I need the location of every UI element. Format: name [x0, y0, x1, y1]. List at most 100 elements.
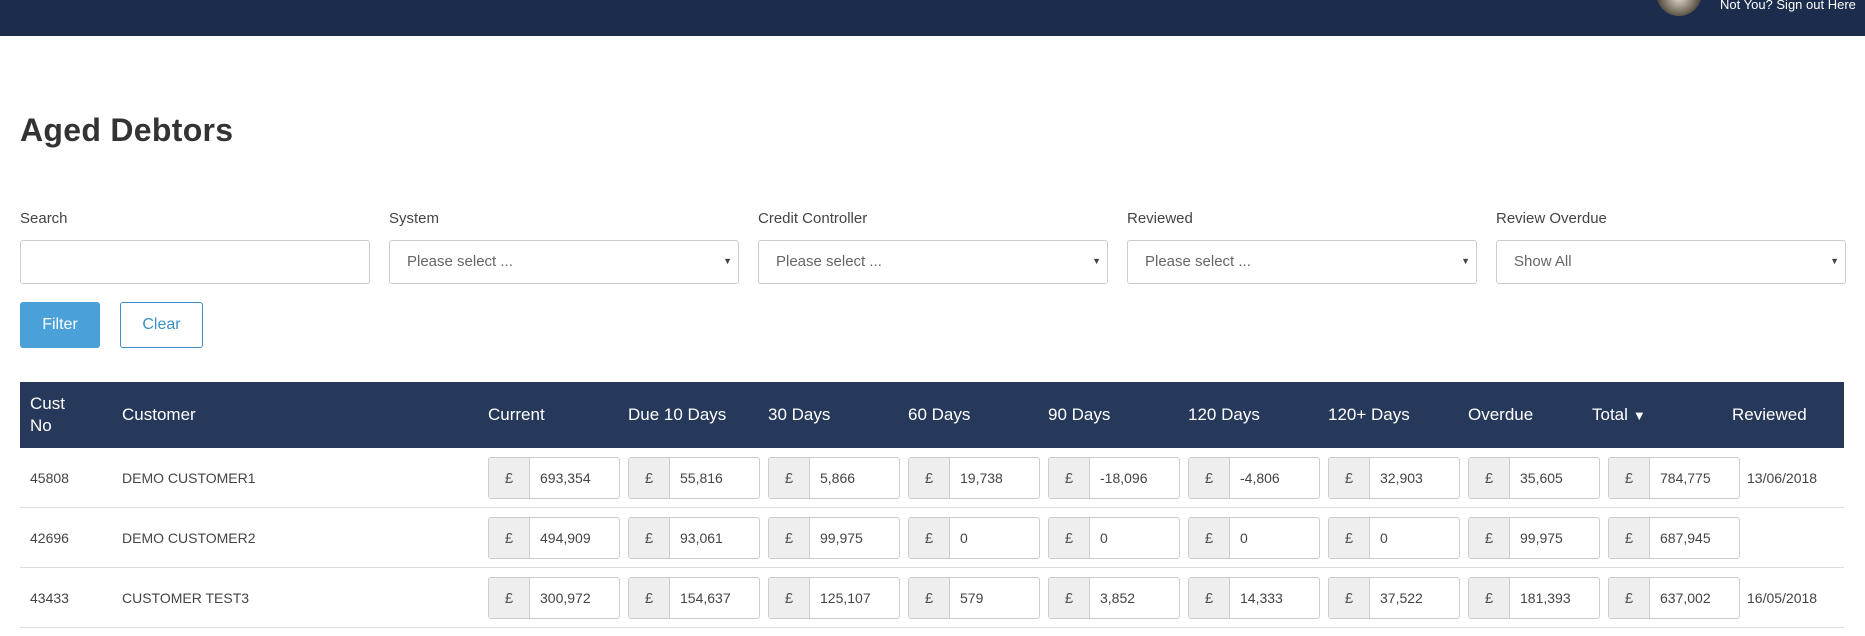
column-header-overdue[interactable]: Overdue [1468, 382, 1533, 448]
column-header-current[interactable]: Current [488, 382, 545, 448]
amount-value: -4,806 [1240, 470, 1280, 486]
chevron-down-icon: ▼ [723, 256, 732, 266]
currency-symbol: £ [1049, 578, 1090, 618]
column-header-cust-no[interactable]: Cust No [30, 382, 90, 448]
chevron-down-icon: ▼ [1092, 256, 1101, 266]
currency-symbol: £ [909, 518, 950, 558]
d120plus-amount-field[interactable]: £37,522 [1328, 577, 1460, 619]
currency-symbol: £ [769, 578, 810, 618]
amount-value: 637,002 [1660, 590, 1711, 606]
d120plus-amount-field[interactable]: £32,903 [1328, 457, 1460, 499]
column-header-120-days[interactable]: 120 Days [1188, 382, 1260, 448]
review-overdue-select-value: Show All [1514, 253, 1572, 270]
currency-symbol: £ [489, 458, 530, 498]
amount-value: 579 [960, 590, 984, 606]
total-amount-field[interactable]: £784,775 [1608, 457, 1740, 499]
top-navbar: Not You? Sign out Here [0, 0, 1865, 36]
currency-symbol: £ [1189, 458, 1230, 498]
amount-value: 5,866 [820, 470, 856, 486]
cust-no-cell: 45808 [30, 470, 69, 486]
reviewed-select[interactable]: Please select ... ▼ [1127, 240, 1477, 284]
table-row: 43433 CUSTOMER TEST3 £300,972 £154,637 £125,… [20, 568, 1844, 628]
column-header-reviewed[interactable]: Reviewed [1732, 382, 1807, 448]
currency-symbol: £ [909, 578, 950, 618]
currency-symbol: £ [769, 518, 810, 558]
currency-symbol: £ [1609, 578, 1650, 618]
amount-value: 55,816 [680, 470, 723, 486]
column-header-30-days[interactable]: 30 Days [768, 382, 830, 448]
chevron-down-icon: ▼ [1461, 256, 1470, 266]
currency-symbol: £ [489, 578, 530, 618]
amount-value: 693,354 [540, 470, 591, 486]
due10-amount-field[interactable]: £154,637 [628, 577, 760, 619]
sign-out-link[interactable]: Not You? Sign out Here [1720, 0, 1856, 12]
d90-amount-field[interactable]: £0 [1048, 517, 1180, 559]
amount-value: 154,637 [680, 590, 731, 606]
page-title: Aged Debtors [20, 112, 234, 148]
filter-button[interactable]: Filter [20, 302, 100, 348]
currency-symbol: £ [1469, 518, 1510, 558]
d120-amount-field[interactable]: £14,333 [1188, 577, 1320, 619]
currency-symbol: £ [1609, 518, 1650, 558]
credit-controller-select[interactable]: Please select ... ▼ [758, 240, 1108, 284]
review-overdue-label: Review Overdue [1496, 210, 1607, 227]
review-overdue-select[interactable]: Show All ▼ [1496, 240, 1846, 284]
customer-cell[interactable]: DEMO CUSTOMER2 [122, 508, 256, 568]
table-header: Cust No Customer Current Due 10 Days 30 … [20, 382, 1844, 448]
sort-desc-icon: ▼ [1632, 407, 1646, 423]
currency-symbol: £ [1469, 458, 1510, 498]
d120plus-amount-field[interactable]: £0 [1328, 517, 1460, 559]
system-select[interactable]: Please select ... ▼ [389, 240, 739, 284]
amount-value: 3,852 [1100, 590, 1136, 606]
customer-cell[interactable]: DEMO CUSTOMER1 [122, 448, 256, 508]
d30-amount-field[interactable]: £125,107 [768, 577, 900, 619]
currency-symbol: £ [1189, 578, 1230, 618]
d60-amount-field[interactable]: £579 [908, 577, 1040, 619]
amount-value: 300,972 [540, 590, 591, 606]
amount-value: 14,333 [1240, 590, 1283, 606]
column-header-due-10-days[interactable]: Due 10 Days [628, 382, 726, 448]
user-avatar[interactable] [1656, 0, 1702, 16]
d120-amount-field[interactable]: £0 [1188, 517, 1320, 559]
clear-button[interactable]: Clear [120, 302, 203, 348]
d30-amount-field[interactable]: £99,975 [768, 517, 900, 559]
currency-symbol: £ [909, 458, 950, 498]
amount-value: 0 [1380, 530, 1388, 546]
column-header-total[interactable]: Total ▼ [1592, 382, 1646, 448]
amount-value: 19,738 [960, 470, 1003, 486]
currency-symbol: £ [629, 578, 670, 618]
current-amount-field[interactable]: £693,354 [488, 457, 620, 499]
due10-amount-field[interactable]: £55,816 [628, 457, 760, 499]
current-amount-field[interactable]: £494,909 [488, 517, 620, 559]
overdue-amount-field[interactable]: £35,605 [1468, 457, 1600, 499]
d60-amount-field[interactable]: £0 [908, 517, 1040, 559]
due10-amount-field[interactable]: £93,061 [628, 517, 760, 559]
current-amount-field[interactable]: £300,972 [488, 577, 620, 619]
currency-symbol: £ [769, 458, 810, 498]
amount-value: 99,975 [820, 530, 863, 546]
amount-value: 125,107 [820, 590, 871, 606]
currency-symbol: £ [1049, 518, 1090, 558]
credit-controller-label: Credit Controller [758, 210, 868, 227]
total-amount-field[interactable]: £637,002 [1608, 577, 1740, 619]
overdue-amount-field[interactable]: £99,975 [1468, 517, 1600, 559]
d30-amount-field[interactable]: £5,866 [768, 457, 900, 499]
total-amount-field[interactable]: £687,945 [1608, 517, 1740, 559]
overdue-amount-field[interactable]: £181,393 [1468, 577, 1600, 619]
customer-cell[interactable]: CUSTOMER TEST3 [122, 568, 249, 628]
d120-amount-field[interactable]: £ -4,806 [1188, 457, 1320, 499]
amount-value: -18,096 [1100, 470, 1148, 486]
d90-amount-field[interactable]: £3,852 [1048, 577, 1180, 619]
currency-symbol: £ [1469, 578, 1510, 618]
currency-symbol: £ [1329, 578, 1370, 618]
search-input[interactable] [20, 240, 370, 284]
column-header-120-plus-days[interactable]: 120+ Days [1328, 382, 1410, 448]
currency-symbol: £ [1609, 458, 1650, 498]
column-header-90-days[interactable]: 90 Days [1048, 382, 1110, 448]
column-header-60-days[interactable]: 60 Days [908, 382, 970, 448]
currency-symbol: £ [489, 518, 530, 558]
d60-amount-field[interactable]: £19,738 [908, 457, 1040, 499]
d90-amount-field[interactable]: £ -18,096 [1048, 457, 1180, 499]
column-header-customer[interactable]: Customer [122, 382, 196, 448]
reviewed-date-cell: 16/05/2018 [1747, 590, 1818, 606]
